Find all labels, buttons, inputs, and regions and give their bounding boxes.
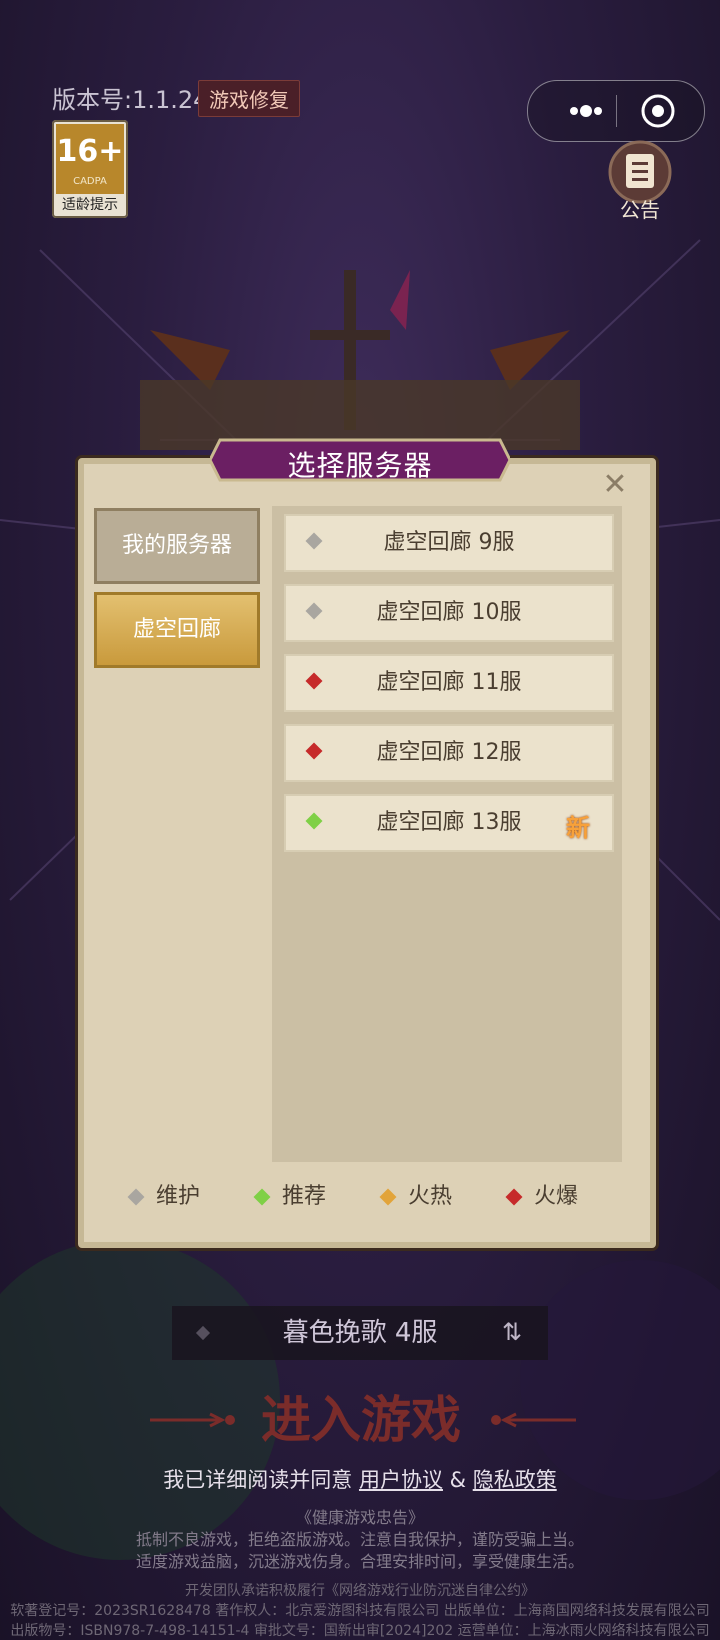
diamond-icon xyxy=(505,1188,523,1206)
server-item[interactable]: 虚空回廊 12服 xyxy=(284,724,614,782)
legend-maintenance: 维护 xyxy=(127,1178,201,1209)
miniprogram-capsule xyxy=(527,80,705,142)
health-line: 抵制不良游戏，拒绝盗版游戏。注意自我保护，谨防受骗上当。 xyxy=(135,1530,584,1549)
legend-label: 火热 xyxy=(408,1184,453,1209)
version-label: 版本号:1.1.24 xyxy=(52,86,209,114)
close-miniprogram-icon[interactable] xyxy=(640,93,676,129)
agreement-prefix: 我已详细阅读并同意 xyxy=(163,1468,359,1492)
ornament-icon xyxy=(491,1412,576,1428)
footer-line: 开发团队承诺积极履行《网络游戏行业防沉迷自律公约》 xyxy=(185,1583,535,1599)
legend-label: 维护 xyxy=(156,1184,201,1209)
announcement-label: 公告 xyxy=(620,198,660,222)
swap-icon: ⇅ xyxy=(502,1318,523,1346)
age-rating-label: 适龄提示 xyxy=(62,197,118,213)
legend-recommended: 推荐 xyxy=(253,1178,327,1209)
legend-label: 火爆 xyxy=(534,1184,579,1209)
server-item[interactable]: 虚空回廊 9服 xyxy=(284,514,614,572)
dialog-title: 选择服务器 xyxy=(287,449,433,482)
legend-very-hot: 火爆 xyxy=(505,1178,579,1209)
enter-game-button[interactable]: 进入游戏 xyxy=(236,1386,486,1454)
agreement-line: 我已详细阅读并同意 用户协议 & 隐私政策 xyxy=(0,1464,720,1494)
diamond-icon xyxy=(127,1188,145,1206)
legend-hot: 火热 xyxy=(379,1178,453,1209)
current-server-selector[interactable]: 暮色挽歌 4服 ⇅ xyxy=(172,1306,548,1360)
server-name: 虚空回廊 13服 xyxy=(376,810,522,835)
game-repair-button[interactable]: 游戏修复 xyxy=(198,80,300,117)
footer-line: 出版物号：ISBN978-7-498-14151-4 审批文号：国新出审[202… xyxy=(10,1623,710,1639)
capsule-divider xyxy=(616,95,617,127)
privacy-policy-link[interactable]: 隐私政策 xyxy=(473,1468,557,1492)
tab-void-corridor[interactable]: 虚空回廊 xyxy=(94,592,260,668)
agreement-and: & xyxy=(442,1468,473,1492)
server-item[interactable]: 虚空回廊 11服 xyxy=(284,654,614,712)
current-server-name: 暮色挽歌 4服 xyxy=(282,1318,438,1348)
health-line: 适度游戏益脑，沉迷游戏伤身。合理安排时间，享受健康生活。 xyxy=(135,1552,584,1571)
age-rating-org: CADPA xyxy=(73,176,107,187)
server-name: 虚空回廊 11服 xyxy=(376,670,522,695)
ornament-icon xyxy=(150,1412,235,1428)
legend-label: 推荐 xyxy=(282,1184,327,1209)
more-icon[interactable] xyxy=(552,91,620,131)
diamond-icon xyxy=(379,1188,397,1206)
diamond-icon xyxy=(253,1188,271,1206)
server-name: 虚空回廊 12服 xyxy=(376,740,522,765)
tab-my-servers[interactable]: 我的服务器 xyxy=(94,508,260,584)
age-rating-badge[interactable]: 16+ CADPA 适龄提示 xyxy=(52,120,128,218)
server-name: 虚空回廊 9服 xyxy=(383,530,515,555)
close-icon[interactable]: ✕ xyxy=(600,470,630,500)
server-item[interactable]: 虚空回廊 10服 xyxy=(284,584,614,642)
server-item[interactable]: 虚空回廊 13服 新 xyxy=(284,794,614,852)
health-title: 《健康游戏忠告》 xyxy=(295,1508,424,1527)
user-agreement-link[interactable]: 用户协议 xyxy=(359,1468,443,1492)
footer-line: 软著登记号：2023SR1628478 著作权人：北京爱游图科技有限公司 出版单… xyxy=(10,1603,710,1619)
new-server-badge: 新 xyxy=(566,814,590,842)
server-name: 虚空回廊 10服 xyxy=(376,600,522,625)
